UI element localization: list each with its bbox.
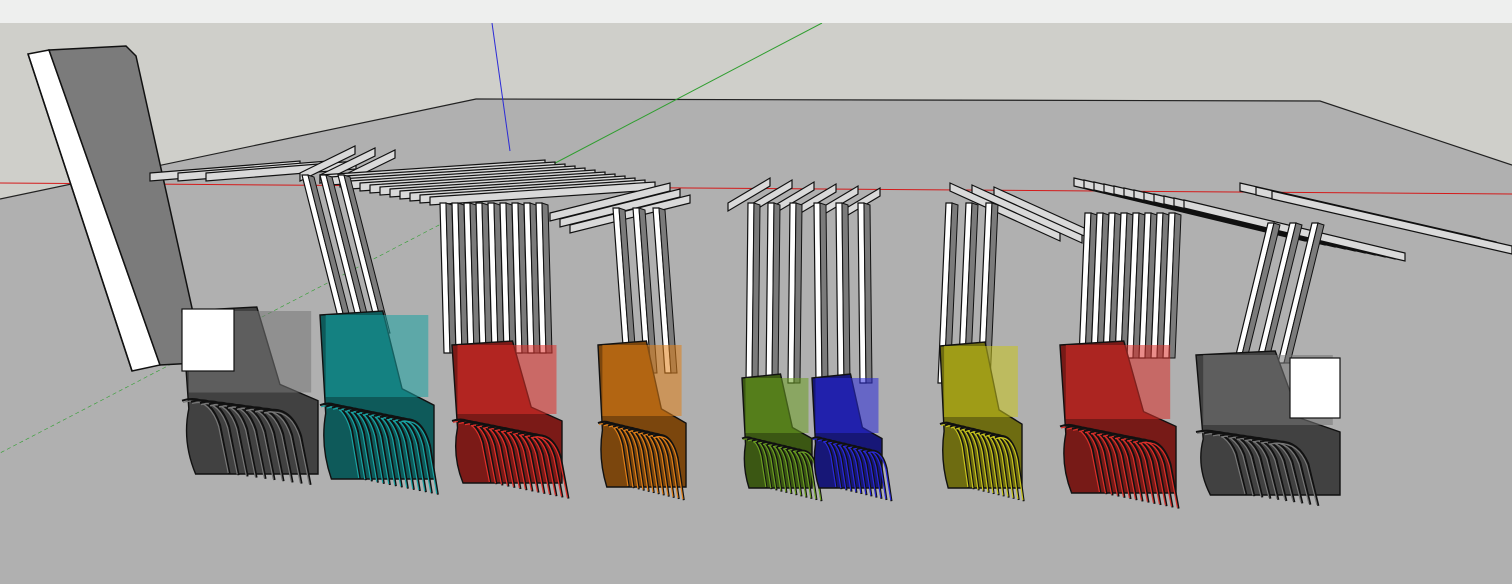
right-gray-block-face <box>1289 357 1341 419</box>
red2-block[interactable] <box>1059 340 1180 509</box>
green-rods[interactable] <box>745 202 803 384</box>
blue-rods[interactable] <box>813 202 873 384</box>
white-gray-block-face <box>181 308 235 372</box>
red-block[interactable] <box>451 340 570 499</box>
red2-rods[interactable] <box>1078 212 1182 359</box>
3d-model-viewport[interactable] <box>0 23 1512 584</box>
red-rods[interactable] <box>439 202 553 354</box>
toolbar-strip <box>0 0 1512 23</box>
yellow-block[interactable] <box>939 341 1025 502</box>
orange-block[interactable] <box>597 340 687 501</box>
cyan-block[interactable] <box>319 310 439 495</box>
